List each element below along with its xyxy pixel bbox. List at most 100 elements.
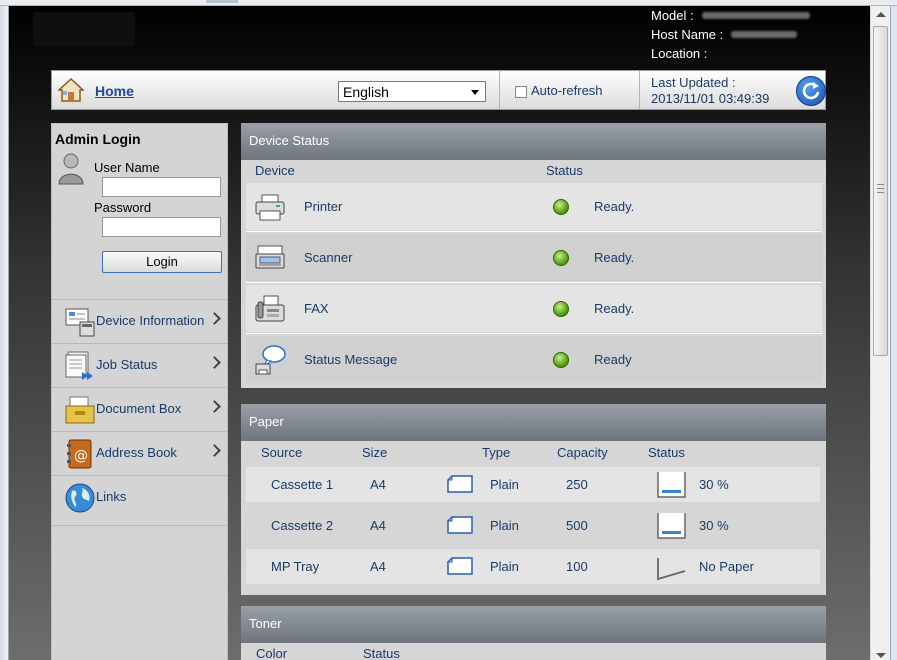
- fax-icon: [255, 295, 285, 322]
- printer-icon: [255, 194, 285, 221]
- device-row-fax: FAX Ready.: [246, 285, 822, 334]
- refresh-icon: [802, 82, 820, 100]
- vertical-scrollbar[interactable]: [870, 6, 890, 660]
- nav-label: Device Information: [96, 313, 205, 328]
- paper-capacity: 250: [566, 477, 588, 492]
- document-box-icon: [65, 396, 95, 424]
- nav-label: Job Status: [96, 357, 158, 372]
- device-name: FAX: [304, 301, 329, 316]
- svg-text:@: @: [74, 448, 88, 464]
- chevron-right-icon: [208, 444, 221, 457]
- window-right-border: [890, 6, 897, 660]
- username-input[interactable]: [102, 177, 221, 197]
- last-updated-value: 2013/11/01 03:49:39: [651, 91, 770, 106]
- chevron-right-icon: [208, 312, 221, 325]
- nav-document-box[interactable]: Document Box: [52, 387, 227, 431]
- language-select[interactable]: English: [338, 81, 486, 102]
- paper-size: A4: [370, 559, 386, 574]
- toner-status-column-header: Status: [363, 646, 400, 660]
- paper-source: Cassette 2: [271, 518, 334, 533]
- refresh-button[interactable]: [796, 76, 826, 106]
- status-ok-indicator: [553, 301, 569, 317]
- paper-capacity: 100: [566, 559, 588, 574]
- model-label: Model :: [651, 8, 694, 23]
- home-link[interactable]: Home: [95, 83, 134, 99]
- model-value-redacted: [701, 12, 810, 19]
- capacity-column-header: Capacity: [557, 445, 608, 460]
- paper-sheet-icon: [447, 516, 473, 534]
- device-status-text: Ready.: [594, 199, 635, 214]
- paper-source: Cassette 1: [271, 477, 334, 492]
- paper-size: A4: [370, 477, 386, 492]
- toner-panel: Toner Color Status: [241, 606, 826, 660]
- login-button[interactable]: Login: [102, 251, 222, 273]
- device-row-status-message: Status Message Ready: [246, 336, 822, 383]
- nav-address-book[interactable]: @ Address Book: [52, 431, 227, 475]
- last-updated-label: Last Updated :: [651, 75, 736, 90]
- device-status-title: Device Status: [241, 123, 826, 160]
- home-icon[interactable]: [58, 77, 84, 103]
- status-message-icon: [255, 345, 286, 375]
- scroll-down-icon[interactable]: [876, 653, 886, 658]
- device-status-text: Ready: [594, 352, 632, 367]
- divider: [639, 71, 640, 109]
- device-status-text: Ready.: [594, 301, 635, 316]
- chevron-down-icon: [471, 90, 479, 95]
- address-book-icon: @: [67, 439, 92, 469]
- device-identity: Model : Host Name : Location :: [651, 6, 861, 63]
- paper-status: No Paper: [699, 559, 754, 574]
- paper-type: Plain: [490, 518, 519, 533]
- device-name: Scanner: [304, 250, 353, 265]
- paper-row-cassette-1: Cassette 1 A4 Plain 250 30 %: [246, 467, 820, 502]
- divider: [52, 525, 227, 526]
- paper-row-mp-tray: MP Tray A4 Plain 100 No Paper: [246, 549, 820, 584]
- auto-refresh-label: Auto-refresh: [531, 83, 603, 98]
- window-left-border: [0, 6, 9, 660]
- toner-title: Toner: [241, 606, 826, 643]
- nav-links[interactable]: Links: [52, 475, 227, 519]
- chevron-right-icon: [208, 400, 221, 413]
- status-column-header: Status: [546, 163, 583, 178]
- username-label: User Name: [94, 160, 160, 175]
- chevron-right-icon: [208, 356, 221, 369]
- size-column-header: Size: [362, 445, 388, 460]
- tab-stub: [206, 0, 238, 3]
- globe-icon: [65, 483, 95, 513]
- paper-title: Paper: [241, 404, 826, 441]
- divider: [499, 71, 500, 109]
- divider: [246, 333, 822, 334]
- paper-status-column-header: Status: [648, 445, 685, 460]
- status-ok-indicator: [553, 352, 569, 368]
- page-viewport: Model : Host Name : Location : Home Engl…: [9, 6, 870, 660]
- paper-panel: Paper Source Size Type Capacity Status C…: [241, 404, 826, 595]
- paper-type: Plain: [490, 559, 519, 574]
- left-sidebar: Admin Login User Name Password Login Dev…: [51, 123, 228, 660]
- type-column-header: Type: [482, 445, 511, 460]
- password-label: Password: [94, 200, 152, 215]
- device-status-panel: Device Status Device Status Printer Read…: [241, 123, 826, 388]
- admin-login-title: Admin Login: [55, 131, 141, 147]
- device-status-text: Ready.: [594, 250, 635, 265]
- status-ok-indicator: [553, 250, 569, 266]
- paper-capacity: 500: [566, 518, 588, 533]
- scrollbar-thumb[interactable]: [873, 26, 888, 356]
- paper-size: A4: [370, 518, 386, 533]
- paper-type: Plain: [490, 477, 519, 492]
- divider: [246, 231, 822, 232]
- password-input[interactable]: [102, 217, 221, 237]
- language-value: English: [343, 84, 389, 100]
- device-row-printer: Printer Ready.: [246, 183, 822, 232]
- source-column-header: Source: [261, 445, 303, 460]
- nav-device-information[interactable]: Device Information: [52, 299, 227, 343]
- color-column-header: Color: [256, 646, 288, 660]
- host-name-value-redacted: [731, 31, 798, 38]
- brand-logo: [33, 12, 135, 46]
- scroll-up-icon[interactable]: [876, 12, 886, 17]
- status-ok-indicator: [553, 199, 569, 215]
- device-row-scanner: Scanner Ready.: [246, 234, 822, 283]
- device-column-header: Device: [255, 163, 295, 178]
- nav-job-status[interactable]: Job Status: [52, 343, 227, 387]
- auto-refresh-checkbox[interactable]: [515, 86, 527, 98]
- job-status-icon: [65, 351, 93, 380]
- paper-status: 30 %: [699, 518, 729, 533]
